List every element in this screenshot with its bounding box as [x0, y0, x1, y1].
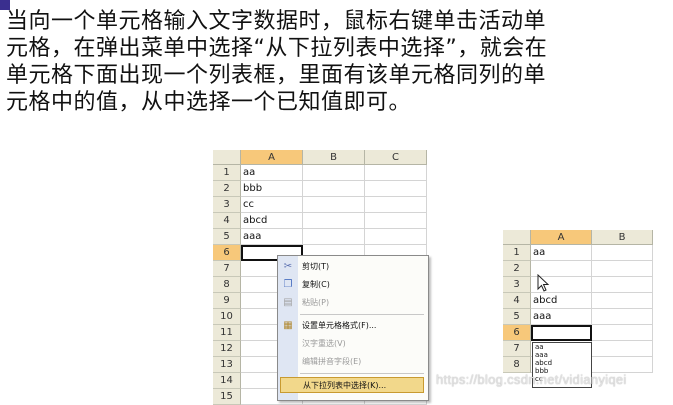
row-header[interactable]: 13: [213, 357, 241, 373]
cell[interactable]: [303, 229, 365, 245]
row-header[interactable]: 4: [213, 213, 241, 229]
cell-a[interactable]: abcd: [241, 213, 303, 229]
menu-item-paste[interactable]: 粘贴(P): [302, 295, 329, 311]
row-header[interactable]: 10: [213, 309, 241, 325]
column-header-a[interactable]: A: [241, 150, 303, 165]
menu-divider: [300, 373, 424, 374]
paragraph-line-1: 当向一个单元格输入文字数据时，鼠标右键单击活动单: [6, 9, 547, 34]
cell-a[interactable]: cc: [241, 197, 303, 213]
menu-item-cut[interactable]: 剪切(T): [302, 259, 329, 275]
menu-divider: [300, 314, 424, 315]
menu-item-reselect-chinese[interactable]: 汉字重选(V): [302, 336, 346, 352]
row-header[interactable]: 3: [503, 277, 531, 293]
row-header[interactable]: 7: [213, 261, 241, 277]
cell-a[interactable]: aaa: [531, 309, 592, 325]
cell[interactable]: [365, 213, 427, 229]
row-header[interactable]: 3: [213, 197, 241, 213]
select-all-corner[interactable]: [213, 150, 241, 165]
column-header-b[interactable]: B: [592, 230, 653, 245]
cell[interactable]: [303, 181, 365, 197]
row-header[interactable]: 8: [213, 277, 241, 293]
row-header[interactable]: 11: [213, 325, 241, 341]
cell[interactable]: [303, 197, 365, 213]
watermark-text: https://blog.csdn.net/vidianyiqei: [436, 372, 627, 387]
paragraph-line-2: 元格，在弹出菜单中选择“从下拉列表中选择”，就会在: [6, 36, 548, 61]
row-header[interactable]: 14: [213, 373, 241, 389]
cell[interactable]: [365, 197, 427, 213]
menu-item-edit-pinyin[interactable]: 编辑拼音字段(E): [302, 354, 361, 370]
mouse-pointer-icon: [537, 274, 550, 292]
row-header[interactable]: 9: [213, 293, 241, 309]
scissors-icon: ✂: [283, 261, 293, 272]
context-menu[interactable]: ✂ 剪切(T) ❐ 复制(C) ▤ 粘贴(P) ▦ 设置单元格格式(F)... …: [277, 255, 429, 401]
select-all-corner[interactable]: [503, 230, 531, 245]
cell[interactable]: [592, 293, 653, 309]
row-header[interactable]: 15: [213, 389, 241, 405]
paragraph-line-3: 单元格下面出现一个列表框，里面有该单元格同列的单: [6, 63, 547, 88]
row-header[interactable]: 2: [213, 181, 241, 197]
paragraph-line-4: 元格中的值，从中选择一个已知值即可。: [6, 90, 412, 115]
cell-a[interactable]: aaa: [241, 229, 303, 245]
paste-icon: ▤: [283, 297, 293, 308]
row-header[interactable]: 4: [503, 293, 531, 309]
cell-a[interactable]: aa: [531, 245, 592, 261]
row-header[interactable]: 2: [503, 261, 531, 277]
row-header[interactable]: 6: [503, 325, 531, 341]
cell[interactable]: [592, 341, 653, 357]
cell[interactable]: [592, 309, 653, 325]
column-header-c[interactable]: C: [365, 150, 427, 165]
cell[interactable]: [365, 165, 427, 181]
cell[interactable]: [592, 261, 653, 277]
cell[interactable]: [592, 357, 653, 373]
menu-item-format-cells[interactable]: 设置单元格格式(F)...: [302, 318, 376, 334]
column-header-a[interactable]: A: [531, 230, 592, 245]
row-header[interactable]: 1: [213, 165, 241, 181]
format-cells-icon: ▦: [283, 320, 293, 331]
cell[interactable]: [365, 229, 427, 245]
cell-a[interactable]: [531, 325, 592, 341]
row-header[interactable]: 7: [503, 341, 531, 357]
cell-a[interactable]: aa: [241, 165, 303, 181]
cell[interactable]: [592, 277, 653, 293]
cell-a[interactable]: abcd: [531, 293, 592, 309]
column-header-b[interactable]: B: [303, 150, 365, 165]
row-header[interactable]: 5: [503, 309, 531, 325]
cell[interactable]: [303, 165, 365, 181]
instruction-paragraph: 当向一个单元格输入文字数据时，鼠标右键单击活动单 元格，在弹出菜单中选择“从下拉…: [6, 8, 666, 116]
row-header[interactable]: 12: [213, 341, 241, 357]
row-header[interactable]: 6: [213, 245, 241, 261]
menu-item-pick-from-dropdown[interactable]: 从下拉列表中选择(K)...: [280, 377, 424, 393]
copy-icon: ❐: [283, 279, 293, 290]
menu-item-copy[interactable]: 复制(C): [302, 277, 330, 293]
cell-a[interactable]: bbb: [241, 181, 303, 197]
row-header[interactable]: 5: [213, 229, 241, 245]
cell[interactable]: [303, 213, 365, 229]
cell[interactable]: [592, 325, 653, 341]
row-header[interactable]: 8: [503, 357, 531, 373]
row-header[interactable]: 1: [503, 245, 531, 261]
cell[interactable]: [365, 181, 427, 197]
cell[interactable]: [592, 245, 653, 261]
